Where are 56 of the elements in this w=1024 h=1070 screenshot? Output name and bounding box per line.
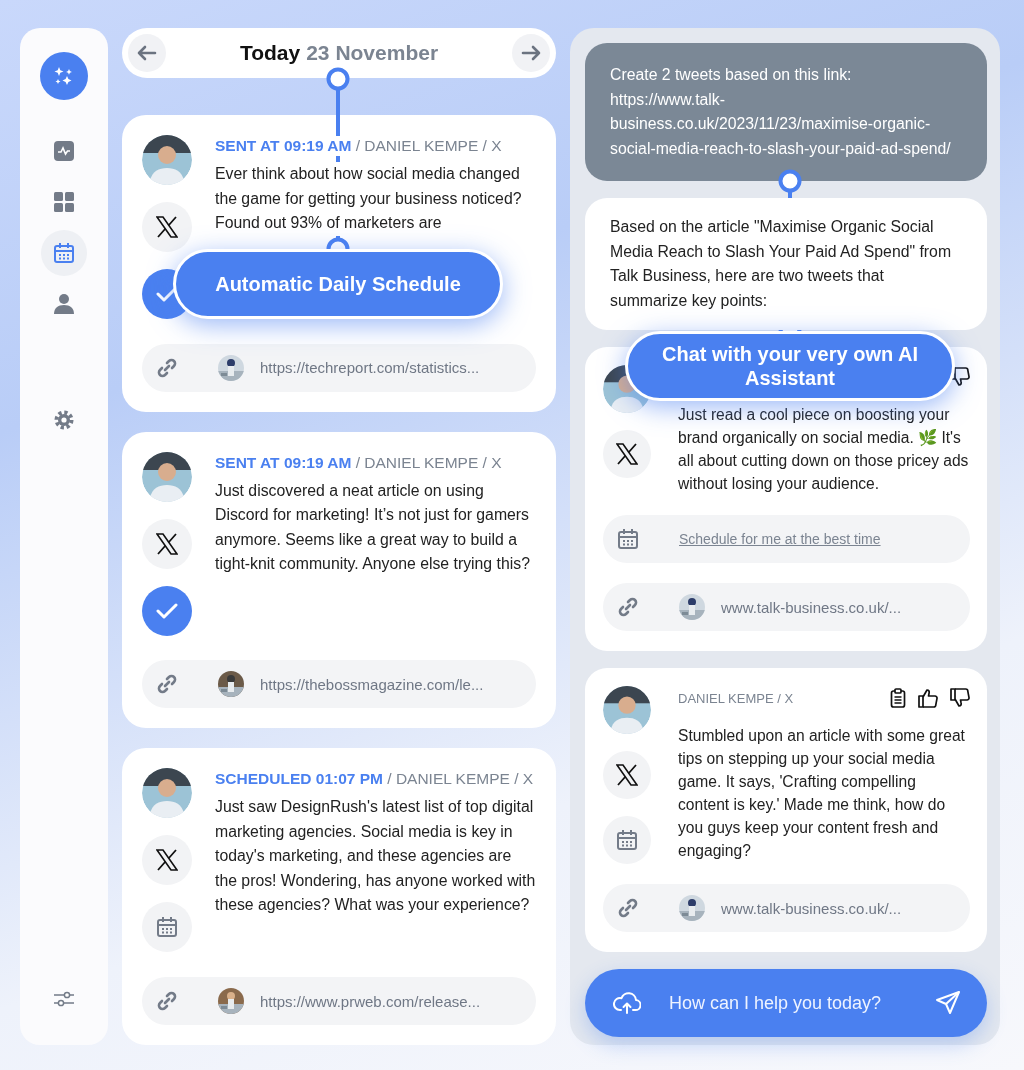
clipboard-icon[interactable] [890, 688, 906, 708]
sliders-icon[interactable] [53, 991, 75, 1007]
x-logo-icon [142, 202, 192, 252]
calendar-icon [617, 528, 639, 550]
link-icon [156, 990, 178, 1012]
avatar [142, 768, 192, 819]
x-logo-icon [142, 518, 192, 569]
post-status: SENT AT 09:19 AM [215, 453, 352, 471]
cloud-upload-icon[interactable] [613, 991, 641, 1015]
next-day-button[interactable] [512, 34, 550, 72]
avatar [142, 451, 192, 502]
x-logo-icon [603, 751, 651, 799]
arrow-right-icon [521, 45, 541, 61]
post-status: SCHEDULED 01:07 PM [215, 770, 383, 788]
send-icon[interactable] [935, 990, 961, 1016]
calendar-icon[interactable] [603, 816, 651, 864]
link-icon [156, 356, 178, 379]
user-message: Create 2 tweets based on this link: https://www.talk-business.co.uk/2023/11/23/maximise-organic-social-media-reach-to-slash-your-paid-ad-spend/ [585, 43, 987, 181]
post-status: SENT AT 09:19 AM [215, 137, 352, 154]
callout-bubble: Chat with your very own AI Assistant [625, 331, 955, 401]
date-label: 23 November [306, 41, 439, 65]
link-url: https://thebossmagazine.com/le... [260, 675, 484, 693]
today-label: Today [239, 41, 301, 65]
arrow-left-icon [137, 45, 157, 61]
link-row[interactable]: https://thebossmagazine.com/le... [142, 660, 536, 709]
sparkle-logo-icon[interactable] [40, 52, 88, 100]
link-url: https://www.prweb.com/release... [260, 992, 481, 1010]
post-author: / DANIEL KEMPE / X [387, 770, 534, 788]
previous-day-button[interactable] [128, 34, 166, 72]
thumbs-down-icon[interactable] [950, 688, 970, 708]
post-author: / DANIEL KEMPE / X [355, 453, 502, 471]
avatar [142, 135, 192, 185]
post-author: / DANIEL KEMPE / X [355, 137, 502, 154]
thumbs-down-icon[interactable] [950, 367, 970, 387]
link-url: www.talk-business.co.uk/... [721, 899, 902, 917]
link-icon [617, 596, 639, 618]
message-field[interactable]: How can I help you today? [667, 991, 909, 1015]
calendar-icon[interactable] [41, 230, 87, 276]
link-url: https://techreport.com/statistics... [260, 359, 480, 377]
avatar [603, 686, 651, 734]
link-row[interactable]: https://techreport.com/statistics... [142, 343, 536, 392]
x-logo-icon [603, 430, 651, 478]
schedule-link[interactable]: Schedule for me at the best time [679, 531, 881, 547]
x-logo-icon [142, 835, 192, 886]
callout-bubble: Automatic Daily Schedule [173, 249, 503, 319]
calendar-icon[interactable] [142, 902, 192, 953]
post-author: DANIEL KEMPE / X [678, 690, 794, 706]
thumbs-up-icon[interactable] [918, 688, 938, 708]
settings-icon[interactable] [53, 409, 75, 431]
link-row[interactable]: www.talk-business.co.uk/... [603, 884, 970, 932]
assistant-message: Based on the article "Maximise Organic Social Media Reach to Slash Your Paid Ad Spend" from Talk Business, here are two tweets that summarize key points: [585, 198, 987, 330]
link-row[interactable]: www.talk-business.co.uk/... [603, 583, 970, 631]
link-row[interactable]: https://www.prweb.com/release... [142, 977, 536, 1025]
link-icon [617, 897, 639, 919]
link-url: www.talk-business.co.uk/... [721, 598, 902, 616]
link-icon [156, 673, 178, 696]
